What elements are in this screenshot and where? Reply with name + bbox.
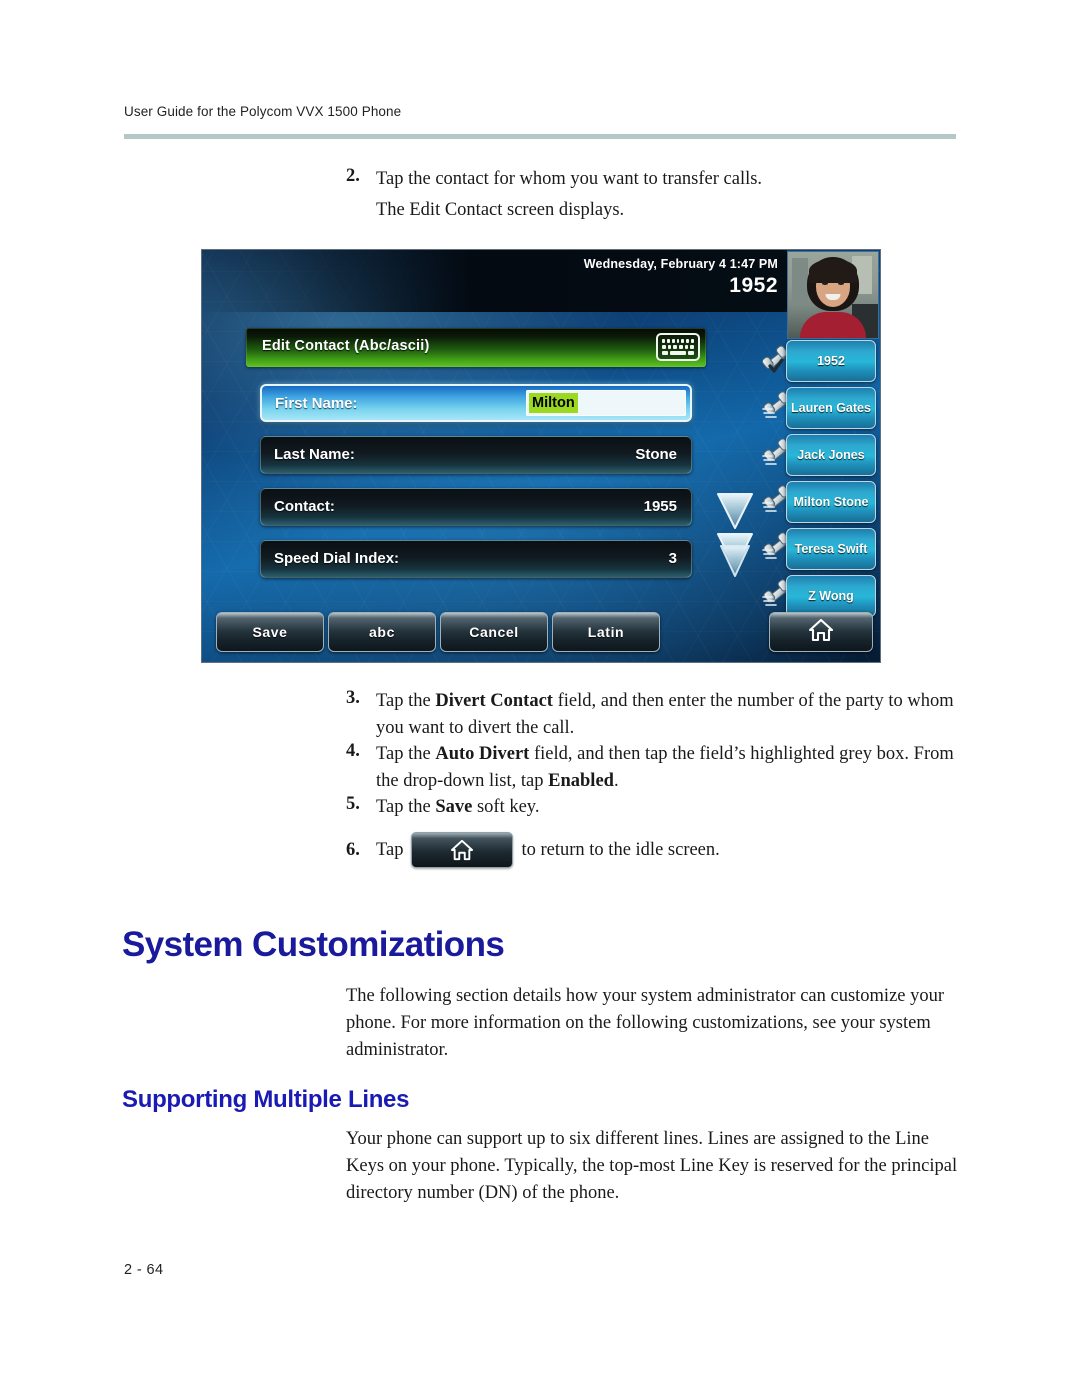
line-key-row[interactable]: Jack Jones <box>762 432 880 478</box>
status-extension: 1952 <box>729 274 778 297</box>
line-key-row[interactable]: Milton Stone <box>762 479 880 525</box>
home-key-button[interactable] <box>769 612 873 652</box>
inline-home-key-image <box>411 832 514 868</box>
running-header-text: User Guide for the Polycom VVX 1500 Phon… <box>124 104 402 119</box>
paragraph-system-customizations: The following section details how your s… <box>346 986 945 1060</box>
field-speed-dial-index-value: 3 <box>668 550 677 567</box>
video-person-eye-left <box>822 282 828 285</box>
page-number: 2 - 64 <box>124 1262 164 1278</box>
step-6-part2: to return to the idle screen. <box>521 839 720 860</box>
phone-status-bar: Wednesday, February 4 1:47 PM 1952 <box>202 250 787 312</box>
self-view-video[interactable] <box>787 251 879 339</box>
field-speed-dial-index-label: Speed Dial Index: <box>274 550 400 567</box>
line-key-button[interactable]: Z Wong <box>786 575 876 617</box>
step-4-part1: Tap the <box>376 744 436 764</box>
step-6-text: Tap to return to the idle screen. <box>376 832 720 868</box>
line-key-button[interactable]: Lauren Gates <box>786 387 876 429</box>
heading-system-customizations: System Customizations <box>122 925 505 964</box>
step-4: 4. Tap the Auto Divert field, and then t… <box>346 741 966 795</box>
field-speed-dial-index[interactable]: Speed Dial Index: 3 <box>260 540 692 578</box>
line-key-button[interactable]: 1952 <box>786 340 876 382</box>
step-6-number: 6. <box>346 839 360 860</box>
line-key-label: Lauren Gates <box>791 401 871 415</box>
keyboard-icon[interactable] <box>656 333 700 361</box>
step-5: 5. Tap the Save soft key. <box>346 794 846 821</box>
video-wall-left <box>792 258 808 304</box>
step-2-result: The Edit Contact screen displays. <box>376 200 625 220</box>
header-rule <box>124 134 956 139</box>
home-icon <box>808 618 834 647</box>
line-key-label: Milton Stone <box>793 495 869 509</box>
video-person-fringe <box>809 259 857 283</box>
field-last-name-label: Last Name: <box>274 446 355 463</box>
line-key-button[interactable]: Milton Stone <box>786 481 876 523</box>
step-4-bold-auto-divert: Auto Divert <box>435 744 530 764</box>
step-3-number: 3. <box>346 688 360 708</box>
line-key-button[interactable]: Teresa Swift <box>786 528 876 570</box>
field-contact-value: 1955 <box>643 498 677 515</box>
step-3: 3. Tap the Divert Contact field, and the… <box>346 688 961 742</box>
heading-supporting-multiple-lines: Supporting Multiple Lines <box>122 1086 410 1113</box>
paragraph-supporting-multiple-lines: Your phone can support up to six differe… <box>346 1129 958 1203</box>
line-key-row[interactable]: Lauren Gates <box>762 385 880 431</box>
step-5-part2: soft key. <box>472 797 540 817</box>
running-header: User Guide for the Polycom VVX 1500 Phon… <box>124 104 956 119</box>
video-person-eye-right <box>838 282 844 285</box>
soft-key-latin-label: Latin <box>587 624 625 640</box>
step-6: 6. Tap to return to the idle screen. <box>346 832 906 868</box>
step-4-bold-enabled: Enabled <box>548 771 614 791</box>
line-key-label: Teresa Swift <box>794 542 868 556</box>
line-key-row[interactable]: 1952 <box>761 338 880 384</box>
phone-screen-screenshot: Wednesday, February 4 1:47 PM 1952 Edit … <box>202 250 880 662</box>
step-6-part1: Tap <box>376 839 404 860</box>
field-first-name[interactable]: First Name: Milton <box>260 384 692 422</box>
line-key-button[interactable]: Jack Jones <box>786 434 876 476</box>
step-2-text: Tap the contact for whom you want to tra… <box>376 169 763 189</box>
field-first-name-value: Milton <box>529 393 578 413</box>
step-3-part1: Tap the <box>376 691 436 711</box>
field-first-name-label: First Name: <box>275 395 358 412</box>
soft-key-bar: Save abc Cancel Latin <box>202 612 880 656</box>
line-key-label: Z Wong <box>808 589 854 603</box>
field-contact-label: Contact: <box>274 498 335 515</box>
soft-key-save-label: Save <box>252 624 288 640</box>
field-contact[interactable]: Contact: 1955 <box>260 488 692 526</box>
field-last-name[interactable]: Last Name: Stone <box>260 436 692 474</box>
step-3-text: Tap the Divert Contact field, and then e… <box>376 688 961 742</box>
soft-key-abc[interactable]: abc <box>328 612 436 652</box>
soft-key-cancel-label: Cancel <box>469 624 519 640</box>
soft-key-abc-label: abc <box>369 624 395 640</box>
step-2-number: 2. <box>346 166 360 186</box>
step-5-part1: Tap the <box>376 797 436 817</box>
step-4-part3: . <box>613 771 619 791</box>
step-2: 2. Tap the contact for whom you want to … <box>346 166 966 193</box>
document-page: User Guide for the Polycom VVX 1500 Phon… <box>0 0 1080 1397</box>
line-key-row[interactable]: Teresa Swift <box>762 526 880 572</box>
step-5-text: Tap the Save soft key. <box>376 794 539 821</box>
scroll-down-arrows-icon[interactable] <box>714 488 756 580</box>
status-datetime: Wednesday, February 4 1:47 PM <box>583 257 778 271</box>
step-5-bold-save: Save <box>435 797 473 817</box>
edit-contact-title-bar: Edit Contact (Abc/ascii) <box>246 328 706 367</box>
step-3-bold-divert-contact: Divert Contact <box>435 691 553 711</box>
line-key-label: 1952 <box>817 354 845 368</box>
line-key-label: Jack Jones <box>797 448 865 462</box>
soft-key-cancel[interactable]: Cancel <box>440 612 548 652</box>
field-last-name-value: Stone <box>635 446 677 463</box>
soft-key-save[interactable]: Save <box>216 612 324 652</box>
step-5-number: 5. <box>346 794 360 814</box>
line-keys-panel: 1952 Lauren Gates Jack Jones Milton Ston… <box>761 338 880 620</box>
step-4-text: Tap the Auto Divert field, and then tap … <box>376 741 966 795</box>
soft-key-latin[interactable]: Latin <box>552 612 660 652</box>
field-first-name-entry-box[interactable]: Milton <box>526 390 686 416</box>
edit-contact-title-label: Edit Contact (Abc/ascii) <box>262 338 430 354</box>
step-4-number: 4. <box>346 741 360 761</box>
